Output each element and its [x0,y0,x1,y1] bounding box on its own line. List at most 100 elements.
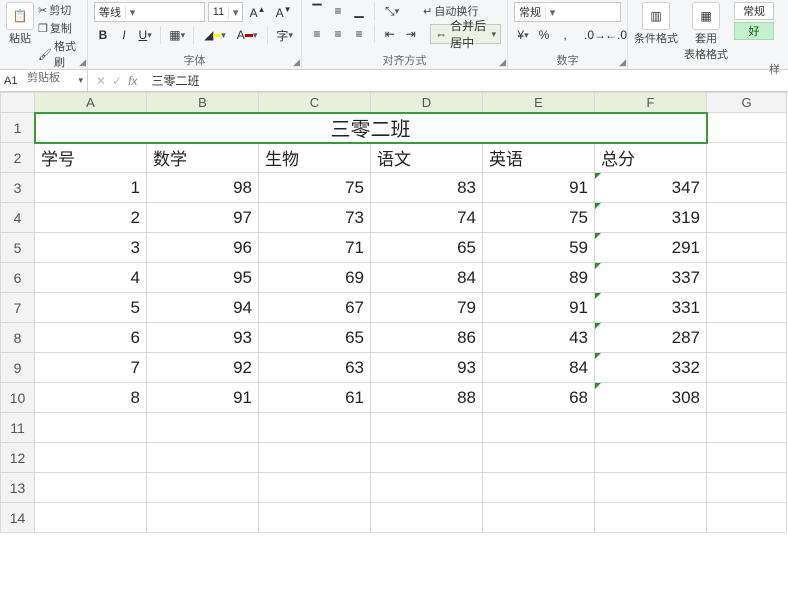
data-cell[interactable]: 59 [483,233,595,263]
cancel-formula-button[interactable]: ✕ [96,74,106,88]
column-header[interactable]: G [707,93,787,113]
title-cell[interactable]: 三零二班 [35,113,707,143]
data-cell[interactable]: 84 [371,263,483,293]
row-header[interactable]: 3 [1,173,35,203]
data-cell[interactable]: 291 [595,233,707,263]
merge-center-button[interactable]: ⇔合并后居中▾ [430,24,501,44]
cell[interactable] [707,113,787,143]
cell[interactable] [707,233,787,263]
cut-button[interactable]: ✂剪切 [38,2,81,18]
number-dialog-launcher[interactable]: ◢ [619,57,626,68]
data-cell[interactable]: 92 [147,353,259,383]
data-cell[interactable]: 63 [259,353,371,383]
cell[interactable] [707,293,787,323]
cell[interactable] [147,503,259,533]
data-cell[interactable]: 79 [371,293,483,323]
row-header[interactable]: 11 [1,413,35,443]
bold-button[interactable]: B [94,26,112,44]
align-right-button[interactable]: ≡ [350,25,368,43]
data-cell[interactable]: 1 [35,173,147,203]
cell[interactable] [35,473,147,503]
comma-format-button[interactable]: , [556,26,574,44]
fill-color-button[interactable]: ◢▾ [200,26,230,44]
row-header[interactable]: 14 [1,503,35,533]
data-cell[interactable]: 84 [483,353,595,383]
data-cell[interactable]: 86 [371,323,483,353]
enter-formula-button[interactable]: ✓ [112,74,122,88]
orientation-button[interactable]: ⤡▾ [381,2,403,20]
data-cell[interactable]: 95 [147,263,259,293]
data-cell[interactable]: 287 [595,323,707,353]
increase-decimal-button[interactable]: .0→ [586,26,604,44]
data-cell[interactable]: 75 [259,173,371,203]
row-header[interactable]: 13 [1,473,35,503]
row-header[interactable]: 12 [1,443,35,473]
cell[interactable] [595,413,707,443]
align-center-button[interactable]: ≡ [329,25,347,43]
align-bottom-button[interactable]: ▁ [350,2,368,20]
row-header[interactable]: 1 [1,113,35,143]
row-header[interactable]: 4 [1,203,35,233]
header-cell[interactable]: 总分 [595,143,707,173]
data-cell[interactable]: 61 [259,383,371,413]
data-cell[interactable]: 347 [595,173,707,203]
header-cell[interactable]: 数学 [147,143,259,173]
font-name-combo[interactable]: 等线▾ [94,2,205,22]
cell[interactable] [707,473,787,503]
row-header[interactable]: 8 [1,323,35,353]
data-cell[interactable]: 73 [259,203,371,233]
decrease-decimal-button[interactable]: ←.0 [607,26,625,44]
data-cell[interactable]: 96 [147,233,259,263]
row-header[interactable]: 7 [1,293,35,323]
cell-style-normal[interactable]: 常规 [734,2,774,20]
data-cell[interactable]: 7 [35,353,147,383]
row-header[interactable]: 10 [1,383,35,413]
row-header[interactable]: 2 [1,143,35,173]
paste-button[interactable]: 📋 [6,2,34,30]
data-cell[interactable]: 94 [147,293,259,323]
column-header[interactable]: A [35,93,147,113]
header-cell[interactable]: 生物 [259,143,371,173]
cell[interactable] [147,473,259,503]
number-format-combo[interactable]: 常规▾ [514,2,621,22]
cell[interactable] [371,413,483,443]
data-cell[interactable]: 88 [371,383,483,413]
data-cell[interactable]: 93 [371,353,483,383]
font-dialog-launcher[interactable]: ◢ [293,57,300,68]
header-cell[interactable]: 语文 [371,143,483,173]
decrease-indent-button[interactable]: ⇤ [381,25,399,43]
cell[interactable] [483,413,595,443]
cell[interactable] [707,503,787,533]
row-header[interactable]: 9 [1,353,35,383]
data-cell[interactable]: 97 [147,203,259,233]
data-cell[interactable]: 5 [35,293,147,323]
data-cell[interactable]: 308 [595,383,707,413]
cell[interactable] [259,503,371,533]
data-cell[interactable]: 93 [147,323,259,353]
cell[interactable] [707,443,787,473]
align-middle-button[interactable]: ≡ [329,2,347,20]
data-cell[interactable]: 337 [595,263,707,293]
cell[interactable] [371,473,483,503]
data-cell[interactable]: 69 [259,263,371,293]
data-cell[interactable]: 65 [259,323,371,353]
cell[interactable] [707,323,787,353]
data-cell[interactable]: 65 [371,233,483,263]
cell[interactable] [371,503,483,533]
increase-font-button[interactable]: A▲ [246,3,269,21]
data-cell[interactable]: 68 [483,383,595,413]
data-cell[interactable]: 89 [483,263,595,293]
column-header[interactable]: C [259,93,371,113]
column-header[interactable]: F [595,93,707,113]
cell[interactable] [707,173,787,203]
border-button[interactable]: ▦▾ [167,26,187,44]
cell[interactable] [483,503,595,533]
cell[interactable] [259,413,371,443]
cell[interactable] [595,443,707,473]
data-cell[interactable]: 71 [259,233,371,263]
cell[interactable] [35,503,147,533]
accounting-format-button[interactable]: ¥▾ [514,26,532,44]
cell[interactable] [707,413,787,443]
data-cell[interactable]: 43 [483,323,595,353]
header-cell[interactable]: 学号 [35,143,147,173]
